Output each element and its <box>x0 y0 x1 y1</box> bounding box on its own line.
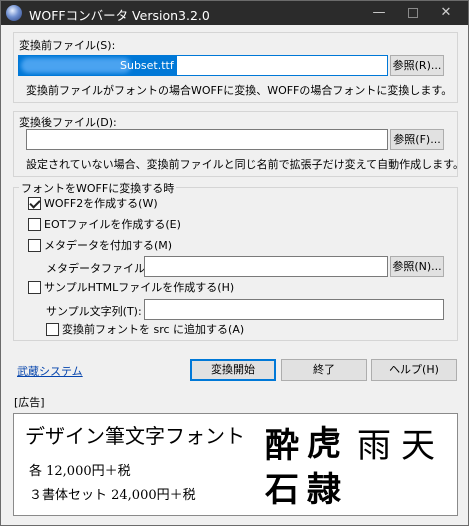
metadata-label: メタデータを付加する(M) <box>44 239 173 252</box>
redacted-path <box>21 58 131 73</box>
source-browse-button[interactable]: 参照(R)... <box>390 55 444 76</box>
app-globe-icon <box>6 5 22 21</box>
ad-price-each: 各 12,000円＋税 <box>29 464 131 479</box>
ad-sample-char: 虎 <box>307 424 341 464</box>
sample-text-label: サンプル文字列(T): <box>46 305 142 318</box>
sample-text-input[interactable] <box>144 299 444 320</box>
ad-sample-char: 酔 <box>265 426 299 466</box>
ad-sample-char: 天 <box>401 426 435 466</box>
checkbox-unchecked-icon <box>28 281 41 294</box>
title-bar[interactable]: WOFFコンバータ Version3.2.0 — ✕ <box>1 1 468 25</box>
ad-section-label: [広告] <box>14 396 45 409</box>
sample-html-label: サンプルHTMLファイルを作成する(H) <box>44 281 235 294</box>
checkbox-unchecked-icon <box>28 239 41 252</box>
checkbox-unchecked-icon <box>46 323 59 336</box>
source-file-selection: Subset.ttf <box>19 56 177 75</box>
app-window: WOFFコンバータ Version3.2.0 — ✕ 変換前ファイル(S): S… <box>0 0 469 526</box>
ad-sample-char: 雨 <box>357 426 391 466</box>
add-src-checkbox[interactable]: 変換前フォントを src に追加する(A) <box>46 323 244 337</box>
ad-sample-char: 石 <box>265 470 299 510</box>
source-file-label: 変換前ファイル(S): <box>19 39 116 52</box>
ad-price-set: ３書体セット 24,000円＋税 <box>29 488 196 503</box>
window-title: WOFFコンバータ Version3.2.0 <box>29 8 210 23</box>
help-button[interactable]: ヘルプ(H) <box>371 359 457 381</box>
close-button[interactable]: ✕ <box>424 1 468 25</box>
ad-banner[interactable]: デザイン筆文字フォント 各 12,000円＋税 ３書体セット 24,000円＋税… <box>13 413 458 516</box>
add-src-label: 変換前フォントを src に追加する(A) <box>62 323 245 336</box>
eot-checkbox[interactable]: EOTファイルを作成する(E) <box>28 218 181 232</box>
source-file-value: Subset.ttf <box>120 59 174 72</box>
output-browse-button[interactable]: 参照(F)... <box>390 129 444 150</box>
ad-title: デザイン筆文字フォント <box>25 424 245 448</box>
sample-html-checkbox[interactable]: サンプルHTMLファイルを作成する(H) <box>28 281 234 295</box>
checkbox-unchecked-icon <box>28 218 41 231</box>
output-file-hint: 設定されていない場合、変換前ファイルと同じ名前で拡張子だけ変えて自動作成します。 <box>26 158 465 171</box>
checkbox-checked-icon <box>28 197 41 210</box>
exit-button[interactable]: 終了 <box>281 359 367 381</box>
convert-button[interactable]: 変換開始 <box>190 359 276 381</box>
eot-label: EOTファイルを作成する(E) <box>44 218 181 231</box>
vendor-link[interactable]: 武蔵システム <box>17 363 83 379</box>
output-file-label: 変換後ファイル(D): <box>19 116 117 129</box>
metadata-checkbox[interactable]: メタデータを付加する(M) <box>28 239 172 253</box>
maximize-icon <box>408 7 418 18</box>
metadata-file-input[interactable] <box>144 256 388 277</box>
source-file-hint: 変換前ファイルがフォントの場合WOFFに変換、WOFFの場合フォントに変換します… <box>26 84 453 97</box>
ad-sample-char: 隷 <box>307 470 341 510</box>
woff-options-label: フォントをWOFFに変換する時 <box>19 180 177 196</box>
source-file-input[interactable]: Subset.ttf <box>18 55 388 76</box>
woff2-label: WOFF2を作成する(W) <box>44 197 158 210</box>
output-file-input[interactable] <box>26 129 388 150</box>
woff2-checkbox[interactable]: WOFF2を作成する(W) <box>28 197 158 211</box>
metadata-browse-button[interactable]: 参照(N)... <box>390 256 444 277</box>
